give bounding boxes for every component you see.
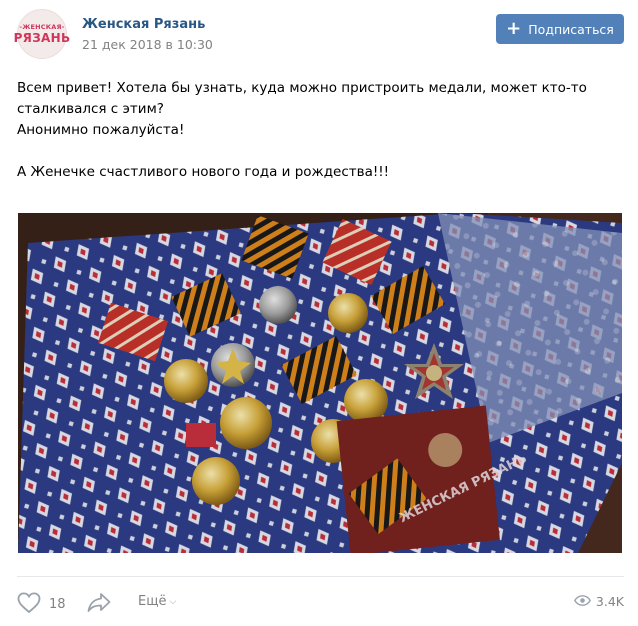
eye-icon <box>573 594 596 609</box>
subscribe-button[interactable]: + Подписаться <box>496 14 624 44</box>
post-actions: 18 Ещё ⌵ 3.4K <box>17 588 624 618</box>
actions-divider <box>17 576 624 577</box>
plus-icon: + <box>506 18 522 39</box>
like-count: 18 <box>49 597 66 612</box>
post-header: -ЖЕНСКАЯ- РЯЗАНЬ Женская Рязань 21 дек 2… <box>14 9 624 61</box>
share-button[interactable] <box>87 592 111 617</box>
medals-photo-illustration: ЖЕНСКАЯ РЯЗАНЬ <box>18 213 622 553</box>
post-text-line: А Женечке счастливого нового года и рожд… <box>17 164 390 180</box>
group-avatar[interactable]: -ЖЕНСКАЯ- РЯЗАНЬ <box>14 9 70 59</box>
avatar-text-bottom: РЯЗАНЬ <box>13 30 71 45</box>
like-button[interactable]: 18 <box>17 592 66 617</box>
share-icon <box>87 593 111 617</box>
post-text-line: Всем привет! Хотела бы узнать, куда можн… <box>17 80 587 96</box>
heart-icon <box>17 592 41 617</box>
group-name-link[interactable]: Женская Рязань <box>82 17 205 32</box>
views-counter: 3.4K <box>573 594 624 609</box>
post-photo[interactable]: ЖЕНСКАЯ РЯЗАНЬ <box>18 213 622 553</box>
post-text-line: Анонимно пожалуйста! <box>17 122 185 138</box>
views-count: 3.4K <box>595 594 624 609</box>
post-text-line: сталкивался с этим? <box>17 101 164 117</box>
post-text: Всем привет! Хотела бы узнать, куда можн… <box>17 78 617 183</box>
subscribe-label: Подписаться <box>528 21 614 37</box>
chevron-down-icon: ⌵ <box>169 596 177 607</box>
post-date[interactable]: 21 дек 2018 в 10:30 <box>82 37 213 52</box>
avatar-text-top: -ЖЕНСКАЯ- <box>19 23 65 32</box>
more-button[interactable]: Ещё ⌵ <box>138 594 176 609</box>
more-label: Ещё <box>138 594 167 609</box>
